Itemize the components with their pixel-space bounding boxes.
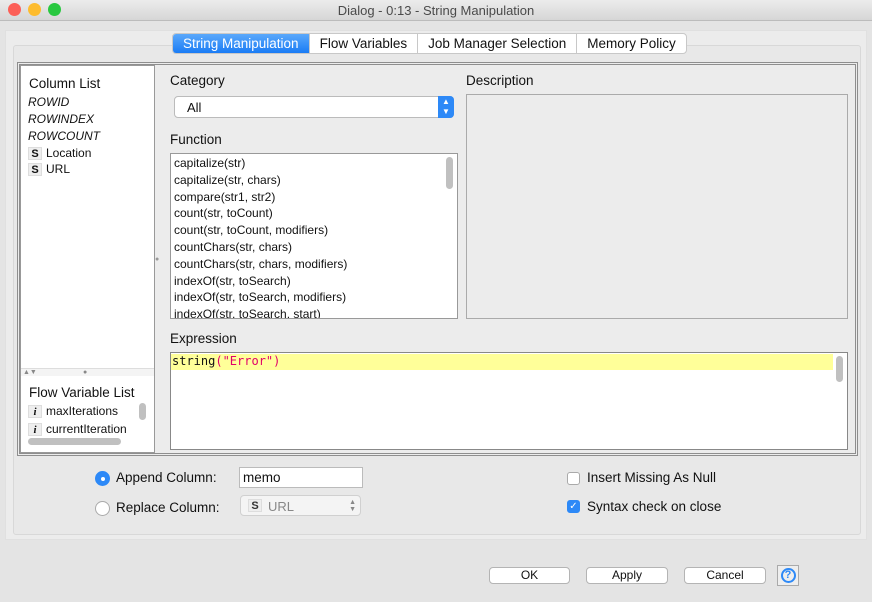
split-handle[interactable]: ●	[155, 256, 159, 263]
replace-column-radio[interactable]	[95, 501, 110, 516]
append-column-radio[interactable]	[95, 471, 110, 486]
cancel-button[interactable]: Cancel	[684, 567, 766, 584]
tab-memory-policy[interactable]: Memory Policy	[577, 34, 686, 53]
function-list-scrollbar[interactable]	[446, 157, 453, 189]
column-item-rowcount[interactable]: ROWCOUNT	[28, 129, 100, 143]
flow-variable-name: maxIterations	[46, 404, 119, 418]
flow-variable-item[interactable]: i maxIterations	[28, 404, 118, 418]
string-type-icon: S	[28, 147, 42, 160]
chevron-updown-icon: ▲ ▼	[349, 499, 356, 513]
function-item[interactable]: count(str, toCount)	[171, 205, 457, 222]
function-item[interactable]: count(str, toCount, modifiers)	[171, 222, 457, 239]
function-item[interactable]: indexOf(str, toSearch, start)	[171, 306, 457, 318]
tab-flow-variables[interactable]: Flow Variables	[310, 34, 419, 53]
string-type-icon: S	[248, 499, 262, 512]
expression-editor[interactable]: string("Error")	[170, 352, 848, 450]
ok-button[interactable]: OK	[489, 567, 570, 584]
flow-variable-vscroll[interactable]	[139, 403, 146, 420]
syntax-check-label: Syntax check on close	[587, 499, 722, 514]
replace-column-label: Replace Column:	[116, 500, 220, 515]
category-value: All	[187, 100, 202, 115]
expression-args: ("Error")	[215, 354, 281, 368]
apply-button[interactable]: Apply	[586, 567, 668, 584]
integer-type-icon: i	[28, 423, 42, 436]
tab-job-manager-selection[interactable]: Job Manager Selection	[418, 34, 578, 53]
description-box	[466, 94, 848, 319]
column-name: URL	[46, 162, 71, 176]
replace-column-dropdown[interactable]: S URL ▲ ▼	[240, 495, 361, 516]
expression-function: string	[172, 354, 216, 368]
integer-type-icon: i	[28, 405, 42, 418]
column-item-location[interactable]: S Location	[28, 146, 91, 160]
tab-bar: String Manipulation Flow Variables Job M…	[172, 33, 687, 54]
chevron-updown-icon: ▲ ▼	[438, 96, 454, 118]
function-item[interactable]: countChars(str, chars)	[171, 239, 457, 256]
function-item[interactable]: compare(str1, str2)	[171, 189, 457, 206]
flow-variable-item[interactable]: i currentIteration	[28, 422, 127, 436]
window-title: Dialog - 0:13 - String Manipulation	[337, 3, 535, 18]
column-list-title: Column List	[29, 76, 101, 91]
append-column-label: Append Column:	[116, 470, 217, 485]
expression-line: string("Error")	[171, 354, 833, 370]
flow-variable-list-title: Flow Variable List	[29, 385, 135, 400]
function-item[interactable]: indexOf(str, toSearch, modifiers)	[171, 289, 457, 306]
function-label: Function	[170, 132, 222, 147]
function-item[interactable]: indexOf(str, toSearch)	[171, 273, 457, 290]
expression-scrollbar[interactable]	[836, 356, 843, 382]
category-label: Category	[170, 73, 225, 88]
column-name: Location	[46, 146, 92, 160]
string-type-icon: S	[28, 163, 42, 176]
column-item-rowid[interactable]: ROWID	[28, 95, 69, 109]
help-icon: ?	[780, 568, 796, 583]
column-item-url[interactable]: S URL	[28, 162, 70, 176]
insert-missing-checkbox[interactable]	[567, 472, 580, 485]
flow-variable-name: currentIteration	[46, 422, 127, 436]
column-list-panel: Column List ROWID ROWINDEX ROWCOUNT S Loc…	[20, 65, 155, 453]
split-pane-divider[interactable]: ▲▼ ●	[21, 368, 154, 376]
expression-label: Expression	[170, 331, 237, 346]
category-dropdown[interactable]: All ▲ ▼	[174, 96, 454, 118]
append-column-input[interactable]: memo	[239, 467, 363, 488]
description-label: Description	[466, 73, 534, 88]
flow-variable-hscroll[interactable]	[28, 438, 121, 445]
replace-column-value: URL	[268, 499, 295, 514]
syntax-check-checkbox[interactable]: ✓	[567, 500, 580, 513]
title-bar[interactable]: Dialog - 0:13 - String Manipulation	[0, 0, 872, 21]
insert-missing-label: Insert Missing As Null	[587, 470, 717, 485]
function-list[interactable]: capitalize(str) capitalize(str, chars) com…	[170, 153, 458, 319]
help-button[interactable]: ?	[777, 565, 799, 586]
function-item[interactable]: capitalize(str, chars)	[171, 172, 457, 189]
function-item[interactable]: countChars(str, chars, modifiers)	[171, 256, 457, 273]
tab-string-manipulation[interactable]: String Manipulation	[173, 34, 310, 53]
function-item[interactable]: capitalize(str)	[171, 155, 457, 172]
column-item-rowindex[interactable]: ROWINDEX	[28, 112, 94, 126]
